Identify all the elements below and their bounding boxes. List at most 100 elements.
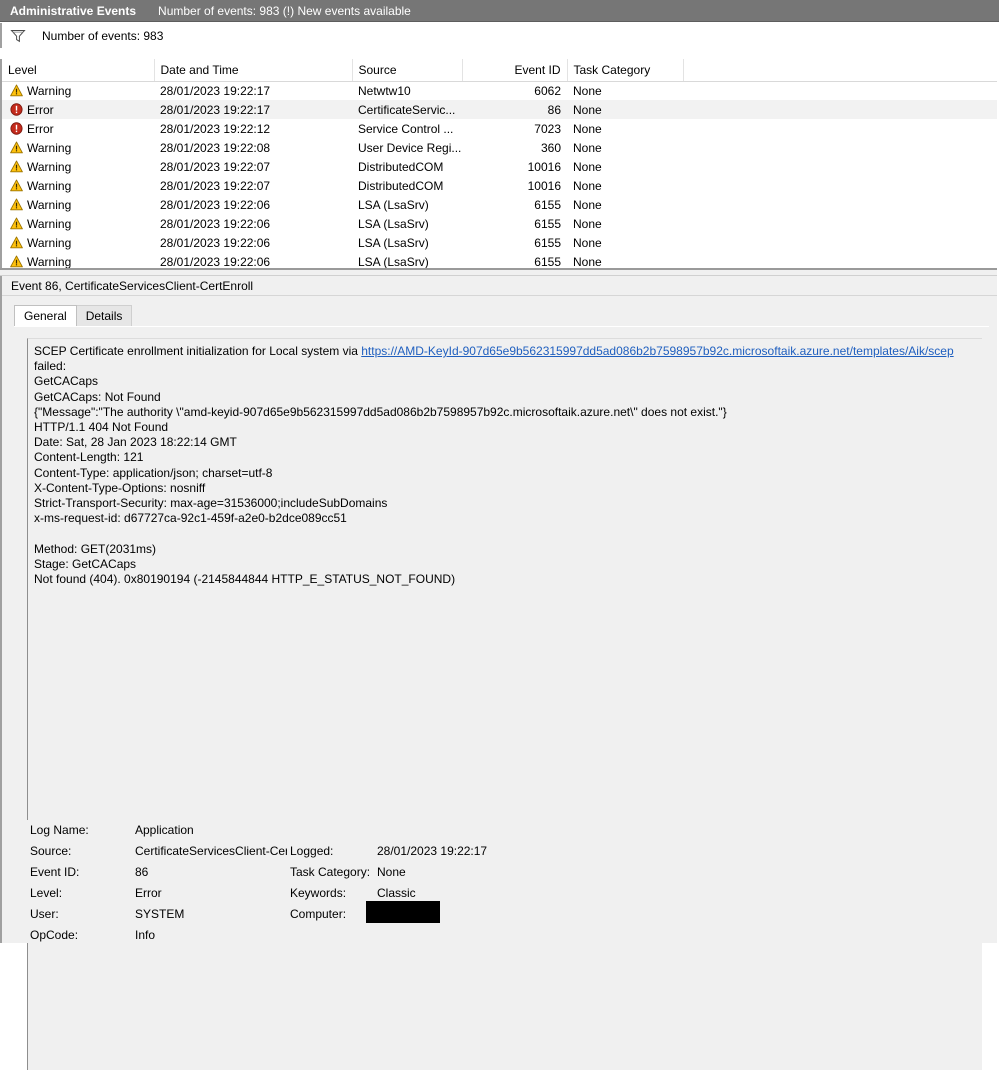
level-label: Error [27,102,54,117]
table-row[interactable]: Warning 28/01/2023 19:22:07 DistributedCOM… [2,157,999,176]
cell-task-category: None [573,83,602,98]
meta-label-logged: Logged: [290,844,334,858]
meta-value-event-id: 86 [135,865,149,879]
cell-source: Service Control ... [358,121,454,136]
tab-details[interactable]: Details [75,305,133,326]
cell-task-category: None [573,121,602,136]
event-detail-title: Event 86, CertificateServicesClient-Cert… [11,278,254,293]
meta-label-computer: Computer: [290,907,347,921]
filter-bar[interactable]: Number of events: 983 [0,23,999,48]
event-detail-header: Event 86, CertificateServicesClient-Cert… [2,276,999,296]
event-detail-pane: Event 86, CertificateServicesClient-Cert… [0,276,999,1070]
table-row[interactable]: Error 28/01/2023 19:22:17 CertificateServi… [2,100,999,119]
cell-level: Warning [2,214,154,233]
meta-label-task-category: Task Category: [290,865,371,879]
table-row[interactable]: Warning 28/01/2023 19:22:06 LSA (LsaSrv) 61… [2,214,999,233]
cell-level: Error [2,119,154,138]
level-label: Warning [27,140,72,155]
level-label: Warning [27,159,72,174]
cell-task-category: None [573,197,602,212]
table-row[interactable]: Warning 28/01/2023 19:22:07 DistributedCOM… [2,176,999,195]
column-header-filler [683,59,999,82]
cell-level: Warning [2,157,154,176]
warning-icon [10,198,23,211]
cell-task-category: None [573,140,602,155]
meta-value-opcode: Info [135,928,156,942]
meta-value-task-category: None [377,865,406,879]
level-label: Warning [27,235,72,250]
column-header-date-and-time[interactable]: Date and Time [154,59,353,82]
cell-date-and-time: 28/01/2023 19:22:17 [160,83,271,98]
level-label: Warning [27,83,72,98]
meta-value-level: Error [135,886,162,900]
cell-date-and-time: 28/01/2023 19:22:17 [154,100,352,119]
cell-event-id: 6155 [534,216,561,231]
cell-level: Warning [2,81,154,100]
cell-date-and-time: 28/01/2023 19:22:12 [160,121,271,136]
events-table-header-row: Level Date and Time Source Event ID Task… [2,59,999,82]
cell-filler [683,81,999,100]
cell-event-id: 86 [462,100,567,119]
events-list[interactable]: Level Date and Time Source Event ID Task… [0,59,999,270]
cell-source: LSA (LsaSrv) [358,216,429,231]
level-label: Warning [27,178,72,193]
events-table-body: Warning 28/01/2023 19:22:17 Netwtw10 6062 No… [2,81,999,270]
column-header-source[interactable]: Source [352,59,463,82]
cell-event-id: 360 [540,140,561,155]
filter-event-count: Number of events: 983 [42,28,164,43]
cell-event-id: 10016 [527,178,561,193]
meta-value-log-name: Application [135,823,194,837]
table-row[interactable]: Warning 28/01/2023 19:22:08 User Device Re… [2,138,999,157]
table-row[interactable]: Warning 28/01/2023 19:22:17 Netwtw10 6062 No… [2,81,999,100]
event-message-box[interactable]: SCEP Certificate enrollment initializati… [27,338,982,1070]
column-header-task-category[interactable]: Task Category [567,59,684,82]
cell-task-category: None [573,159,602,174]
cell-filler [683,176,999,195]
meta-label-log-name: Log Name: [30,823,89,837]
column-header-event-id[interactable]: Event ID [462,59,568,82]
cell-date-and-time: 28/01/2023 19:22:06 [160,216,271,231]
event-metadata-grid: Log Name: Application Source: Certificat… [2,820,999,943]
column-header-level[interactable]: Level [2,59,155,82]
level-label: Warning [27,197,72,212]
filter-funnel-icon [10,29,26,43]
tab-underline [14,326,989,327]
warning-icon [10,255,23,268]
cell-source: User Device Regi... [358,140,462,155]
cell-source: DistributedCOM [358,159,444,174]
tab-general[interactable]: General [14,305,77,326]
table-row[interactable]: Warning 28/01/2023 19:22:06 LSA (LsaSrv) 61… [2,195,999,214]
error-icon [10,122,23,135]
meta-label-user: User: [30,907,59,921]
cell-date-and-time: 28/01/2023 19:22:08 [160,140,271,155]
meta-value-source: CertificateServicesClient-Cer [135,844,287,858]
detail-tabs: General Details [14,305,133,326]
warning-icon [10,179,23,192]
level-label: Warning [27,254,72,269]
table-row[interactable]: Warning 28/01/2023 19:22:06 LSA (LsaSrv) 61… [2,233,999,252]
warning-icon [10,84,23,97]
cell-source: DistributedCOM [358,178,444,193]
cell-event-id: 7023 [534,121,561,136]
cell-event-id: 6155 [534,197,561,212]
message-prefix: SCEP Certificate enrollment initializati… [34,344,362,358]
events-table: Level Date and Time Source Event ID Task… [2,59,999,270]
cell-date-and-time: 28/01/2023 19:22:07 [160,178,271,193]
cell-level: Warning [2,233,154,252]
pane-titlebar: Administrative Events Number of events: … [0,0,999,22]
meta-value-computer-redacted [366,901,440,923]
cell-source: LSA (LsaSrv) [358,197,429,212]
cell-date-and-time: 28/01/2023 19:22:06 [160,197,271,212]
table-row[interactable]: Error 28/01/2023 19:22:12 Service Control … [2,119,999,138]
meta-label-event-id: Event ID: [30,865,80,879]
cell-source: Netwtw10 [358,83,411,98]
cell-event-id: 6155 [534,235,561,250]
pane-subtitle: Number of events: 983 (!) New events ava… [158,3,411,18]
cell-level: Warning [2,195,154,214]
event-source-url-link[interactable]: https://AMD-KeyId-907d65e9b562315997dd5a… [361,344,953,358]
cell-task-category: None [573,216,602,231]
meta-value-keywords: Classic [377,886,416,900]
meta-label-keywords: Keywords: [290,886,347,900]
cell-level: Warning [2,176,154,195]
cell-event-id: 6062 [534,83,561,98]
